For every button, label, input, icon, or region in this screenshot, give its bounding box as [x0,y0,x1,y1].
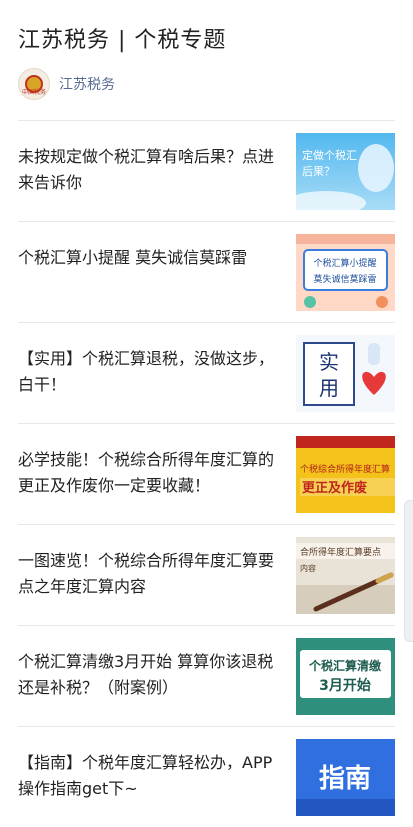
article-thumbnail[interactable]: 定做个税汇 后果？ [296,133,395,210]
article-thumbnail[interactable]: 个税汇算清缴 3月开始 [296,638,395,715]
side-scroll-handle[interactable] [404,500,413,642]
article-item-2[interactable]: 个税汇算小提醒 莫失诚信莫踩雷 个税汇算小提醒 莫失诚信莫踩雷 [18,221,395,322]
account-avatar[interactable]: 中国税务 [18,68,50,100]
thumb-text: 3月开始 [319,677,371,694]
article-thumbnail[interactable]: 个税汇算小提醒 莫失诚信莫踩雷 [296,234,395,311]
thumb-text: 内容 [300,563,316,573]
thumb-text: 实 [319,350,339,374]
thumb-text: 莫失诚信莫踩雷 [313,273,376,285]
article-thumbnail[interactable]: 合所得年度汇算要点 内容 [296,537,395,614]
article-thumbnail[interactable]: 实 用 [296,335,395,412]
thumb-text: 更正及作废 [302,480,367,496]
article-item-4[interactable]: 必学技能！个税综合所得年度汇算的更正及作废你一定要收藏！ 个税综合所得年度汇算 … [18,423,395,524]
thumb-text: 个税汇算清缴 [308,658,382,673]
article-item-6[interactable]: 个税汇算清缴3月开始 算算你该退税还是补税？（附案例） 个税汇算清缴 3月开始 [18,625,395,726]
article-thumbnail[interactable]: 指南 [296,739,395,816]
thumb-text: 指南 [319,764,371,794]
article-list: 未按规定做个税汇算有啥后果？点进来告诉你 定做个税汇 后果？ 个税汇算小提醒 莫… [18,120,395,827]
thumb-text: 用 [319,376,339,400]
article-title[interactable]: 必学技能！个税综合所得年度汇算的更正及作废你一定要收藏！ [18,447,286,499]
thumb-text: 个税汇算小提醒 [313,257,376,269]
article-title[interactable]: 个税汇算小提醒 莫失诚信莫踩雷 [18,245,286,271]
thumb-text: 合所得年度汇算要点 [300,546,381,558]
thumb-text: 个税综合所得年度汇算 [300,463,390,475]
thumb-text: 定做个税汇 [302,148,357,162]
article-title[interactable]: 一图速览！个税综合所得年度汇算要点之年度汇算内容 [18,548,286,600]
page-header: 江苏税务 | 个税专题 [18,22,226,54]
account-row[interactable]: 中国税务 江苏税务 [18,68,115,100]
thumb-text: 后果？ [302,165,335,178]
article-title[interactable]: 未按规定做个税汇算有啥后果？点进来告诉你 [18,144,286,196]
article-thumbnail[interactable]: 个税综合所得年度汇算 更正及作废 [296,436,395,513]
article-title[interactable]: 【实用】个税汇算退税，没做这步，白干！ [18,346,286,398]
page-title: 江苏税务 | 个税专题 [18,28,227,53]
article-item-7[interactable]: 【指南】个税年度汇算轻松办，APP操作指南get下~ 指南 [18,726,395,827]
article-title[interactable]: 【指南】个税年度汇算轻松办，APP操作指南get下~ [18,750,286,802]
avatar-text: 中国税务 [21,89,46,96]
article-title[interactable]: 个税汇算清缴3月开始 算算你该退税还是补税？（附案例） [18,649,286,701]
article-item-5[interactable]: 一图速览！个税综合所得年度汇算要点之年度汇算内容 合所得年度汇算要点 内容 [18,524,395,625]
article-item-1[interactable]: 未按规定做个税汇算有啥后果？点进来告诉你 定做个税汇 后果？ [18,120,395,221]
article-item-3[interactable]: 【实用】个税汇算退税，没做这步，白干！ 实 用 [18,322,395,423]
account-name[interactable]: 江苏税务 [59,74,115,94]
